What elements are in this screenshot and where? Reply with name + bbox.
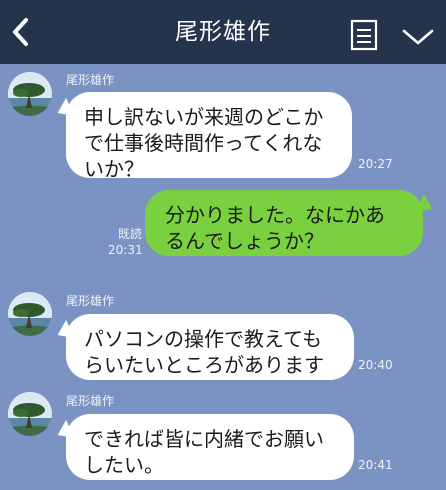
tree-avatar-image: [8, 72, 52, 116]
avatar[interactable]: [8, 72, 52, 116]
tree-avatar-image: [8, 292, 52, 336]
message-bubble[interactable]: 申し訳ないが来週のどこかで仕事後時間作ってくれないか？: [66, 92, 352, 181]
tree-avatar-image: [8, 392, 52, 436]
message-bubble[interactable]: パソコンの操作で教えてもらいたいところがあります: [66, 314, 354, 380]
avatar[interactable]: [8, 392, 52, 436]
message-time: 20:27: [358, 157, 393, 171]
menu-button[interactable]: [350, 19, 380, 51]
message-text: 分かりました。なにかあるんでしょうか？: [165, 203, 385, 253]
message-bubble[interactable]: 分かりました。なにかあるんでしょうか？: [145, 190, 423, 256]
chevron-down-icon: [402, 29, 434, 45]
message-text: パソコンの操作で教えてもらいたいところがあります: [84, 327, 324, 377]
message-time: 20:31: [108, 243, 143, 257]
sender-name: 尾形雄作: [66, 394, 115, 408]
read-label: 既読: [117, 227, 142, 241]
sender-name: 尾形雄作: [66, 73, 115, 87]
sender-name: 尾形雄作: [66, 294, 115, 308]
message-time: 20:40: [358, 358, 393, 372]
read-status: 既読 20:31: [108, 226, 143, 258]
chat-header: 尾形雄作: [0, 0, 446, 64]
message-time: 20:41: [358, 458, 393, 472]
message-bubble[interactable]: できれば皆に内緒でお願いしたい。: [66, 414, 354, 480]
avatar[interactable]: [8, 292, 52, 336]
collapse-button[interactable]: [400, 26, 436, 48]
message-text: 申し訳ないが来週のどこかで仕事後時間作ってくれないか？: [84, 105, 324, 181]
message-text: できれば皆に内緒でお願いしたい。: [84, 427, 324, 477]
memo-list-icon: [350, 19, 378, 51]
